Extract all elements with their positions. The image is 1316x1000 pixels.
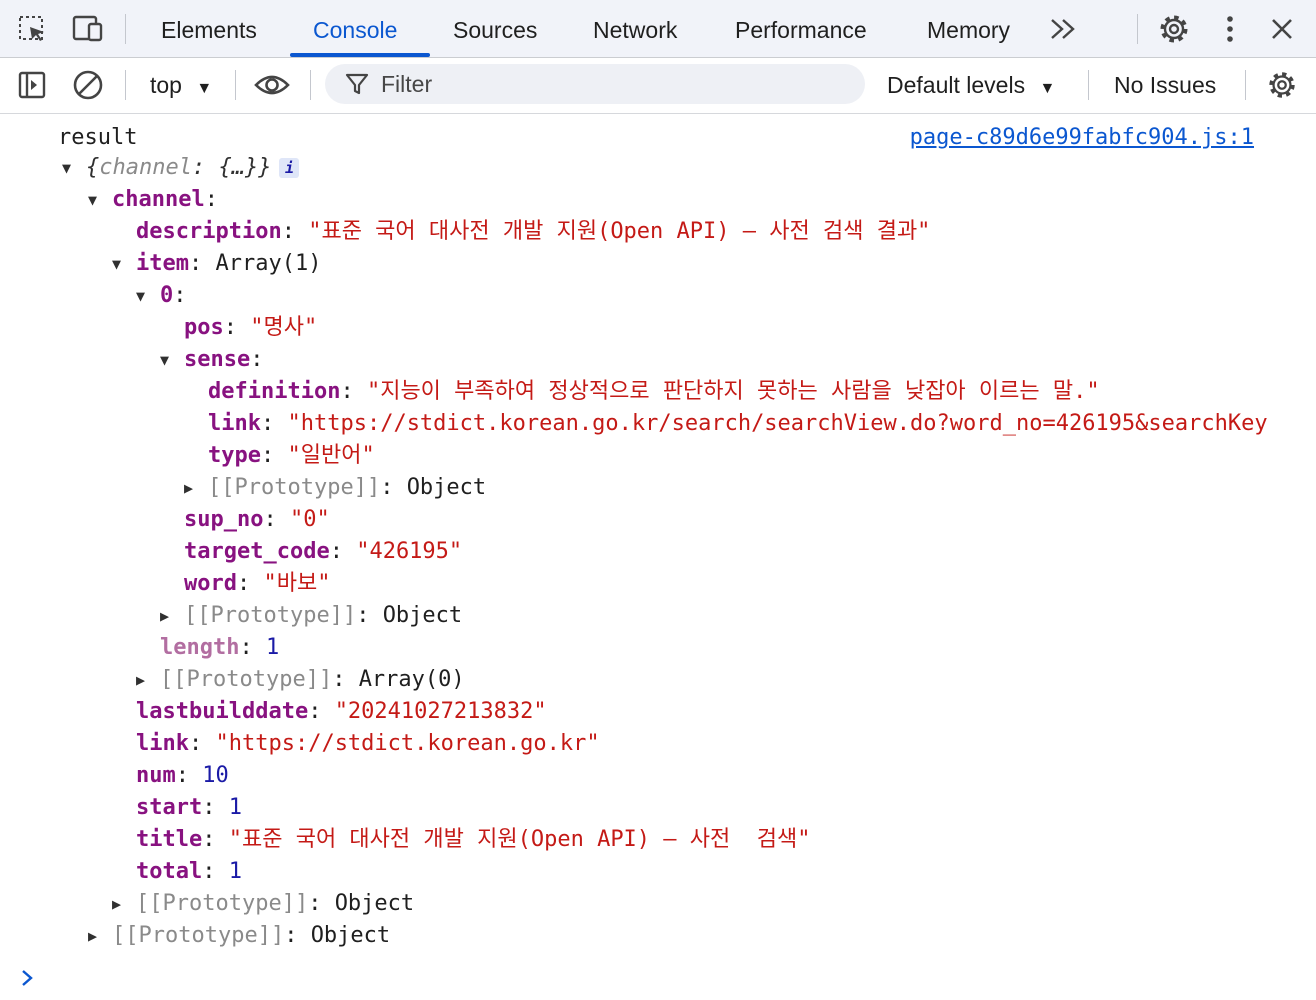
tree-node-channel[interactable]: ▼ channel: — [88, 184, 218, 216]
prop-num: num: 10 — [136, 763, 229, 788]
tree-node-item[interactable]: ▼ item: Array(1) — [112, 248, 321, 280]
issues-button[interactable]: No Issues — [1114, 58, 1216, 112]
console-prompt-icon[interactable] — [20, 968, 34, 994]
prop-description: description: "표준 국어 대사전 개발 지원(Open API) … — [136, 219, 931, 244]
prop-channel-link: link: "https://stdict.korean.go.kr" — [136, 731, 600, 756]
tab-elements[interactable]: Elements — [161, 0, 257, 57]
filter-icon — [345, 72, 369, 100]
divider — [1245, 70, 1246, 100]
context-label: top — [150, 72, 182, 98]
prototype-root[interactable]: ▶ [[Prototype]]: Object — [88, 920, 390, 952]
source-link[interactable]: page-c89d6e99fabfc904.js:1 — [910, 122, 1254, 154]
devtools-tabbar: Elements Console Sources Network Perform… — [0, 0, 1316, 58]
tab-sources[interactable]: Sources — [453, 0, 537, 57]
prototype-channel[interactable]: ▶ [[Prototype]]: Object — [112, 888, 414, 920]
console-settings-gear-icon[interactable] — [1264, 67, 1300, 103]
expand-arrow-icon[interactable]: ▶ — [88, 920, 112, 952]
prototype-item-array[interactable]: ▶ [[Prototype]]: Array(0) — [136, 664, 465, 696]
eye-icon[interactable] — [254, 67, 290, 103]
caret-down-icon: ▼ — [1039, 80, 1056, 97]
tree-root[interactable]: ▼ {channel: {…}} i — [62, 152, 300, 184]
console-output: result page-c89d6e99fabfc904.js:1 ▼ {chan… — [0, 116, 1316, 1000]
divider — [1137, 14, 1138, 44]
tree-node-sense[interactable]: ▼ sense: — [160, 344, 263, 376]
inspect-element-icon[interactable] — [14, 11, 50, 47]
sidebar-toggle-icon[interactable] — [14, 67, 50, 103]
log-label: result — [58, 125, 138, 150]
expand-arrow-icon[interactable]: ▼ — [88, 184, 112, 216]
divider — [125, 14, 126, 44]
prop-type: type: "일반어" — [208, 443, 375, 468]
expand-arrow-icon[interactable]: ▶ — [184, 472, 208, 504]
expand-arrow-icon[interactable]: ▼ — [62, 152, 86, 184]
divider — [125, 70, 126, 100]
prop-definition: definition: "지능이 부족하여 정상적으로 판단하지 못하는 사람을… — [208, 379, 1100, 404]
expand-arrow-icon[interactable]: ▶ — [136, 664, 160, 696]
tab-console[interactable]: Console — [313, 0, 397, 57]
prop-lastbuilddate: lastbuilddate: "20241027213832" — [136, 699, 547, 724]
prop-word: word: "바보" — [184, 571, 331, 596]
divider — [1088, 70, 1089, 100]
expand-arrow-icon[interactable]: ▼ — [112, 248, 136, 280]
clear-console-icon[interactable] — [70, 67, 106, 103]
prop-start: start: 1 — [136, 795, 242, 820]
tab-memory[interactable]: Memory — [927, 0, 1010, 57]
prop-sup-no: sup_no: "0" — [184, 507, 330, 532]
prop-length: length: 1 — [160, 635, 280, 660]
console-toolbar: top ▼ Default levels ▼ No Issues — [0, 58, 1316, 114]
prop-title: title: "표준 국어 대사전 개발 지원(Open API) — 사전 검… — [136, 827, 811, 852]
filter-input[interactable] — [381, 64, 851, 104]
gear-icon[interactable] — [1156, 11, 1192, 47]
prop-pos: pos: "명사" — [184, 315, 318, 340]
context-selector[interactable]: top ▼ — [150, 58, 212, 112]
tree-node-0[interactable]: ▼ 0: — [136, 280, 187, 312]
active-tab-indicator — [290, 53, 430, 57]
filter-box[interactable] — [325, 64, 865, 104]
prop-target-code: target_code: "426195" — [184, 539, 463, 564]
expand-arrow-icon[interactable]: ▶ — [160, 600, 184, 632]
caret-down-icon: ▼ — [196, 80, 213, 97]
close-icon[interactable] — [1264, 11, 1300, 47]
prop-sense-link: link: "https://stdict.korean.go.kr/searc… — [208, 411, 1268, 436]
log-levels-label: Default levels — [887, 72, 1026, 98]
prototype-item-0[interactable]: ▶ [[Prototype]]: Object — [160, 600, 462, 632]
tab-network[interactable]: Network — [593, 0, 677, 57]
expand-arrow-icon[interactable]: ▼ — [136, 280, 160, 312]
kebab-menu-icon[interactable] — [1212, 11, 1248, 47]
expand-arrow-icon[interactable]: ▼ — [160, 344, 184, 376]
expand-arrow-icon[interactable]: ▶ — [112, 888, 136, 920]
chevron-double-right-icon[interactable] — [1045, 11, 1081, 47]
divider — [310, 70, 311, 100]
prototype-sense[interactable]: ▶ [[Prototype]]: Object — [184, 472, 486, 504]
divider — [235, 70, 236, 100]
info-icon[interactable]: i — [279, 158, 300, 178]
tab-performance[interactable]: Performance — [735, 0, 867, 57]
prop-total: total: 1 — [136, 859, 242, 884]
device-toolbar-icon[interactable] — [70, 11, 106, 47]
log-levels-dropdown[interactable]: Default levels ▼ — [887, 58, 1055, 112]
